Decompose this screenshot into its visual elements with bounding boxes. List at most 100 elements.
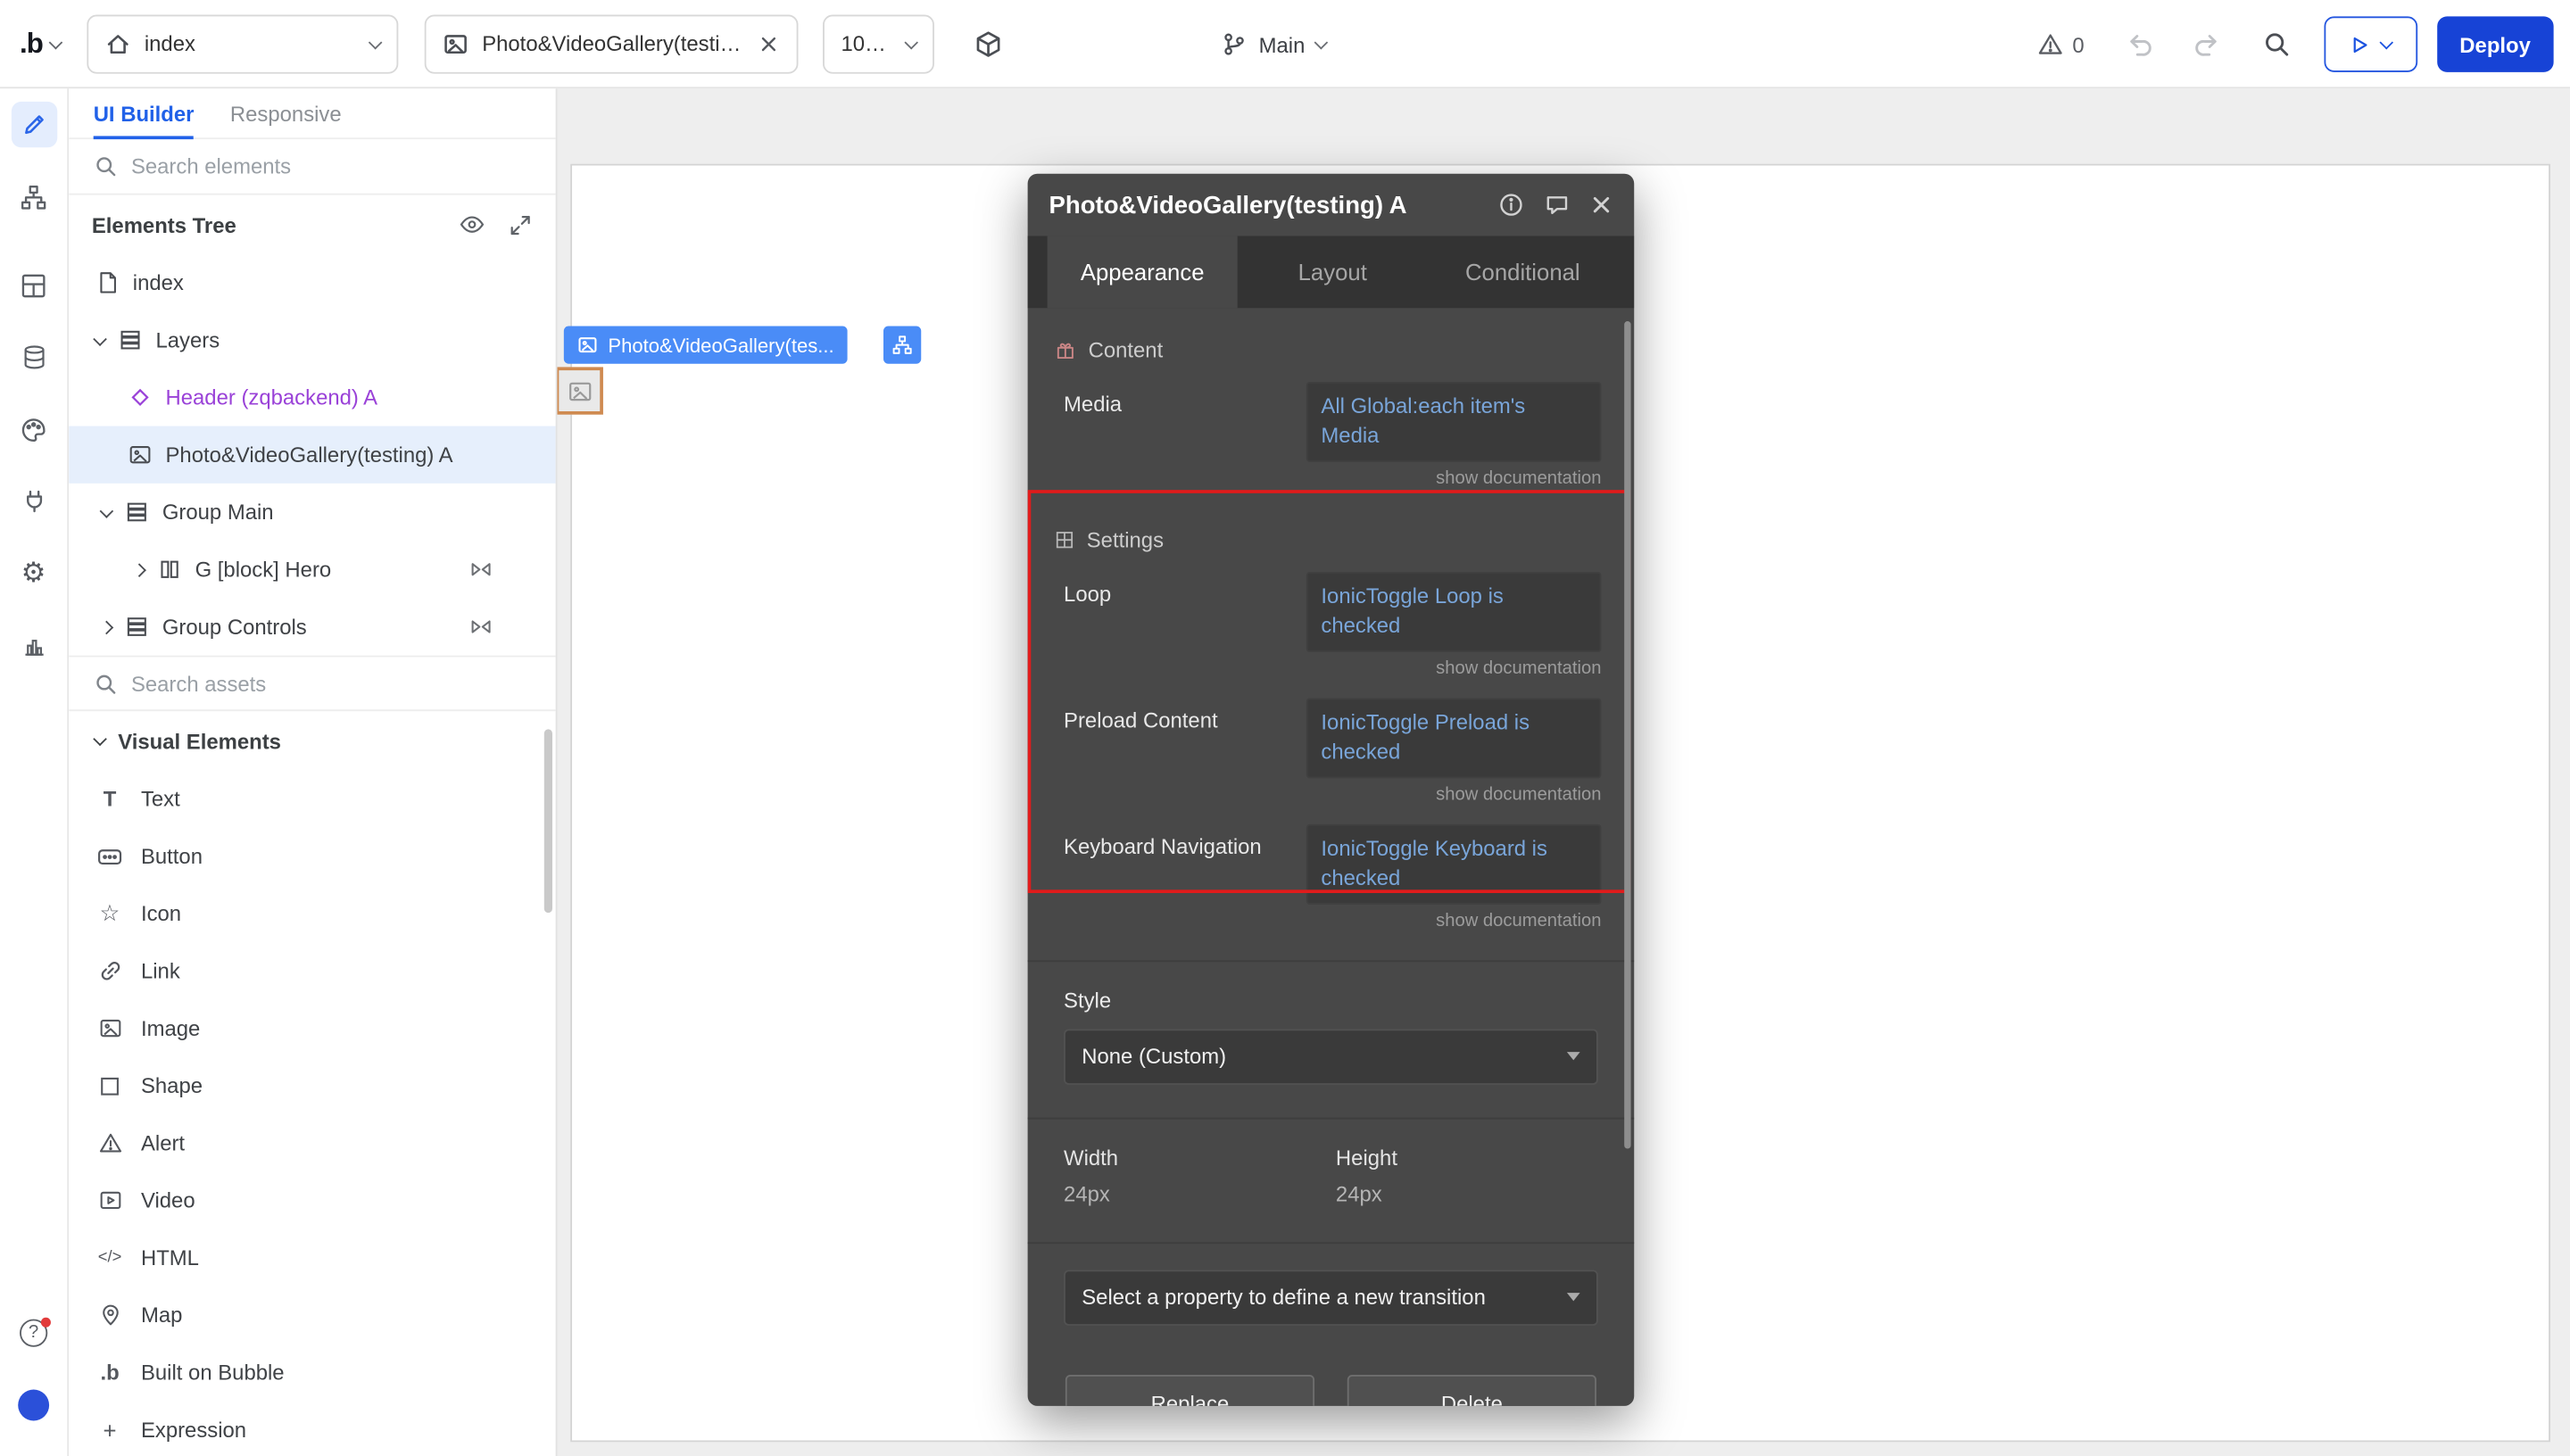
palette-item-expression[interactable]: + Expression (69, 1401, 556, 1456)
chevron-down-icon[interactable] (93, 331, 107, 345)
palette-item-label: Button (141, 844, 203, 869)
info-icon[interactable] (1498, 192, 1524, 218)
element-selector[interactable]: Photo&VideoGallery(testin... (425, 14, 799, 73)
data-tab[interactable] (0, 321, 68, 393)
issues-count: 0 (2072, 32, 2084, 57)
issues-indicator[interactable]: 0 (2038, 31, 2085, 57)
plug-icon (21, 488, 46, 514)
tab-responsive[interactable]: Responsive (230, 88, 342, 137)
property-editor: Photo&VideoGallery(testing) A Appearance… (1028, 174, 1635, 1406)
panel-scrollbar[interactable] (544, 729, 552, 913)
show-documentation-link[interactable]: show documentation (1028, 911, 1602, 931)
palette-item-text[interactable]: T Text (69, 770, 556, 827)
tree-item-layers[interactable]: Layers (69, 311, 556, 368)
logs-tab[interactable] (0, 609, 68, 682)
settings-section-title: Settings (1087, 527, 1164, 552)
tree-item-header[interactable]: Header (zqbackend) A (69, 368, 556, 426)
tree-item-label: Photo&VideoGallery(testing) A (166, 443, 453, 467)
workflow-tab[interactable] (0, 161, 68, 233)
pencil-icon (11, 102, 56, 147)
page-icon (95, 270, 120, 295)
undo-icon[interactable] (2124, 29, 2153, 59)
close-icon[interactable] (758, 32, 781, 55)
tab-appearance[interactable]: Appearance (1048, 236, 1238, 308)
property-editor-titlebar[interactable]: Photo&VideoGallery(testing) A (1028, 174, 1635, 236)
search-elements-row (69, 139, 556, 194)
help-button[interactable]: ? (0, 1296, 68, 1369)
style-dropdown[interactable]: None (Custom) (1064, 1029, 1598, 1084)
loop-value-box[interactable]: IonicToggle Loop is checked (1306, 572, 1602, 652)
zoom-selector[interactable]: 100% (823, 14, 934, 73)
plugins-tab[interactable] (0, 466, 68, 538)
layout-tab[interactable] (0, 249, 68, 321)
component-library-icon[interactable] (974, 29, 1003, 58)
palette-item-alert[interactable]: Alert (69, 1114, 556, 1171)
hidden-element-icon[interactable] (468, 557, 493, 582)
size-row: Width 24px Height 24px (1064, 1145, 1634, 1205)
comment-icon[interactable] (1544, 192, 1570, 218)
diamond-icon (128, 385, 153, 410)
tree-item-photogallery[interactable]: Photo&VideoGallery(testing) A (69, 426, 556, 484)
hidden-element-icon[interactable] (468, 615, 493, 640)
account-button[interactable] (0, 1369, 68, 1441)
tree-item-group-main[interactable]: Group Main (69, 484, 556, 541)
tab-ui-builder[interactable]: UI Builder (94, 88, 195, 137)
palette-item-link[interactable]: Link (69, 942, 556, 999)
palette-item-label: Alert (141, 1130, 185, 1155)
preview-button[interactable] (2324, 16, 2417, 71)
close-icon[interactable] (1590, 194, 1613, 217)
palette-item-map[interactable]: Map (69, 1286, 556, 1344)
transition-dropdown[interactable]: Select a property to define a new transi… (1064, 1270, 1598, 1325)
deploy-button[interactable]: Deploy (2437, 16, 2554, 71)
chevron-down-icon[interactable] (100, 503, 114, 517)
delete-button[interactable]: Delete (1347, 1374, 1596, 1406)
expand-icon[interactable] (508, 212, 533, 237)
property-editor-buttons: Replace Delete (1065, 1374, 1596, 1406)
gallery-element-placeholder[interactable] (556, 367, 603, 414)
page-selector[interactable]: index (87, 14, 399, 73)
redo-icon[interactable] (2193, 29, 2222, 59)
eye-icon[interactable] (459, 211, 485, 237)
tree-item-label: Header (zqbackend) A (166, 385, 378, 410)
palette-item-button[interactable]: Button (69, 828, 556, 885)
grid-icon (20, 271, 47, 299)
tab-layout[interactable]: Layout (1238, 236, 1428, 308)
search-assets-row (69, 656, 556, 711)
keyboard-value-box[interactable]: IonicToggle Keyboard is checked (1306, 823, 1602, 904)
palette-item-icon[interactable]: ☆ Icon (69, 885, 556, 942)
chevron-right-icon[interactable] (100, 620, 114, 634)
palette-item-shape[interactable]: Shape (69, 1057, 556, 1114)
element-hierarchy-button[interactable] (883, 327, 921, 364)
canvas[interactable]: Photo&VideoGallery(tes... Photo&VideoGal… (557, 88, 2570, 1456)
show-documentation-link[interactable]: show documentation (1028, 784, 1602, 804)
avatar (18, 1389, 49, 1420)
selected-element-tag[interactable]: Photo&VideoGallery(tes... (564, 327, 847, 364)
design-tab[interactable] (0, 88, 68, 161)
settings-tab[interactable]: ⚙ (0, 537, 68, 609)
home-icon (105, 30, 131, 56)
palette-item-label: Icon (141, 901, 181, 926)
visual-elements-header[interactable]: Visual Elements (69, 711, 556, 770)
branch-selector[interactable]: Main (1221, 0, 1326, 88)
show-documentation-link[interactable]: show documentation (1028, 658, 1602, 678)
tree-item-index[interactable]: index (69, 254, 556, 311)
palette-item-built-on-bubble[interactable]: .b Built on Bubble (69, 1344, 556, 1401)
palette-item-image[interactable]: Image (69, 999, 556, 1056)
styles-tab[interactable] (0, 393, 68, 466)
button-icon (95, 843, 125, 869)
bubble-logo-menu[interactable]: .b (20, 27, 61, 60)
replace-button[interactable]: Replace (1065, 1374, 1314, 1406)
tree-item-group-controls[interactable]: Group Controls (69, 598, 556, 655)
popup-scrollbar[interactable] (1624, 321, 1630, 1149)
preload-value-box[interactable]: IonicToggle Preload is checked (1306, 698, 1602, 778)
search-icon[interactable] (2261, 29, 2291, 59)
tree-item-block-hero[interactable]: G [block] Hero (69, 541, 556, 598)
palette-item-video[interactable]: Video (69, 1171, 556, 1228)
chevron-right-icon[interactable] (132, 562, 146, 576)
show-documentation-link[interactable]: show documentation (1028, 468, 1602, 488)
search-elements-input[interactable] (131, 154, 531, 179)
media-value-box[interactable]: All Global:each item's Media (1306, 382, 1602, 462)
tab-conditional[interactable]: Conditional (1428, 236, 1618, 308)
palette-item-html[interactable]: </> HTML (69, 1229, 556, 1286)
search-assets-input[interactable] (131, 671, 531, 696)
